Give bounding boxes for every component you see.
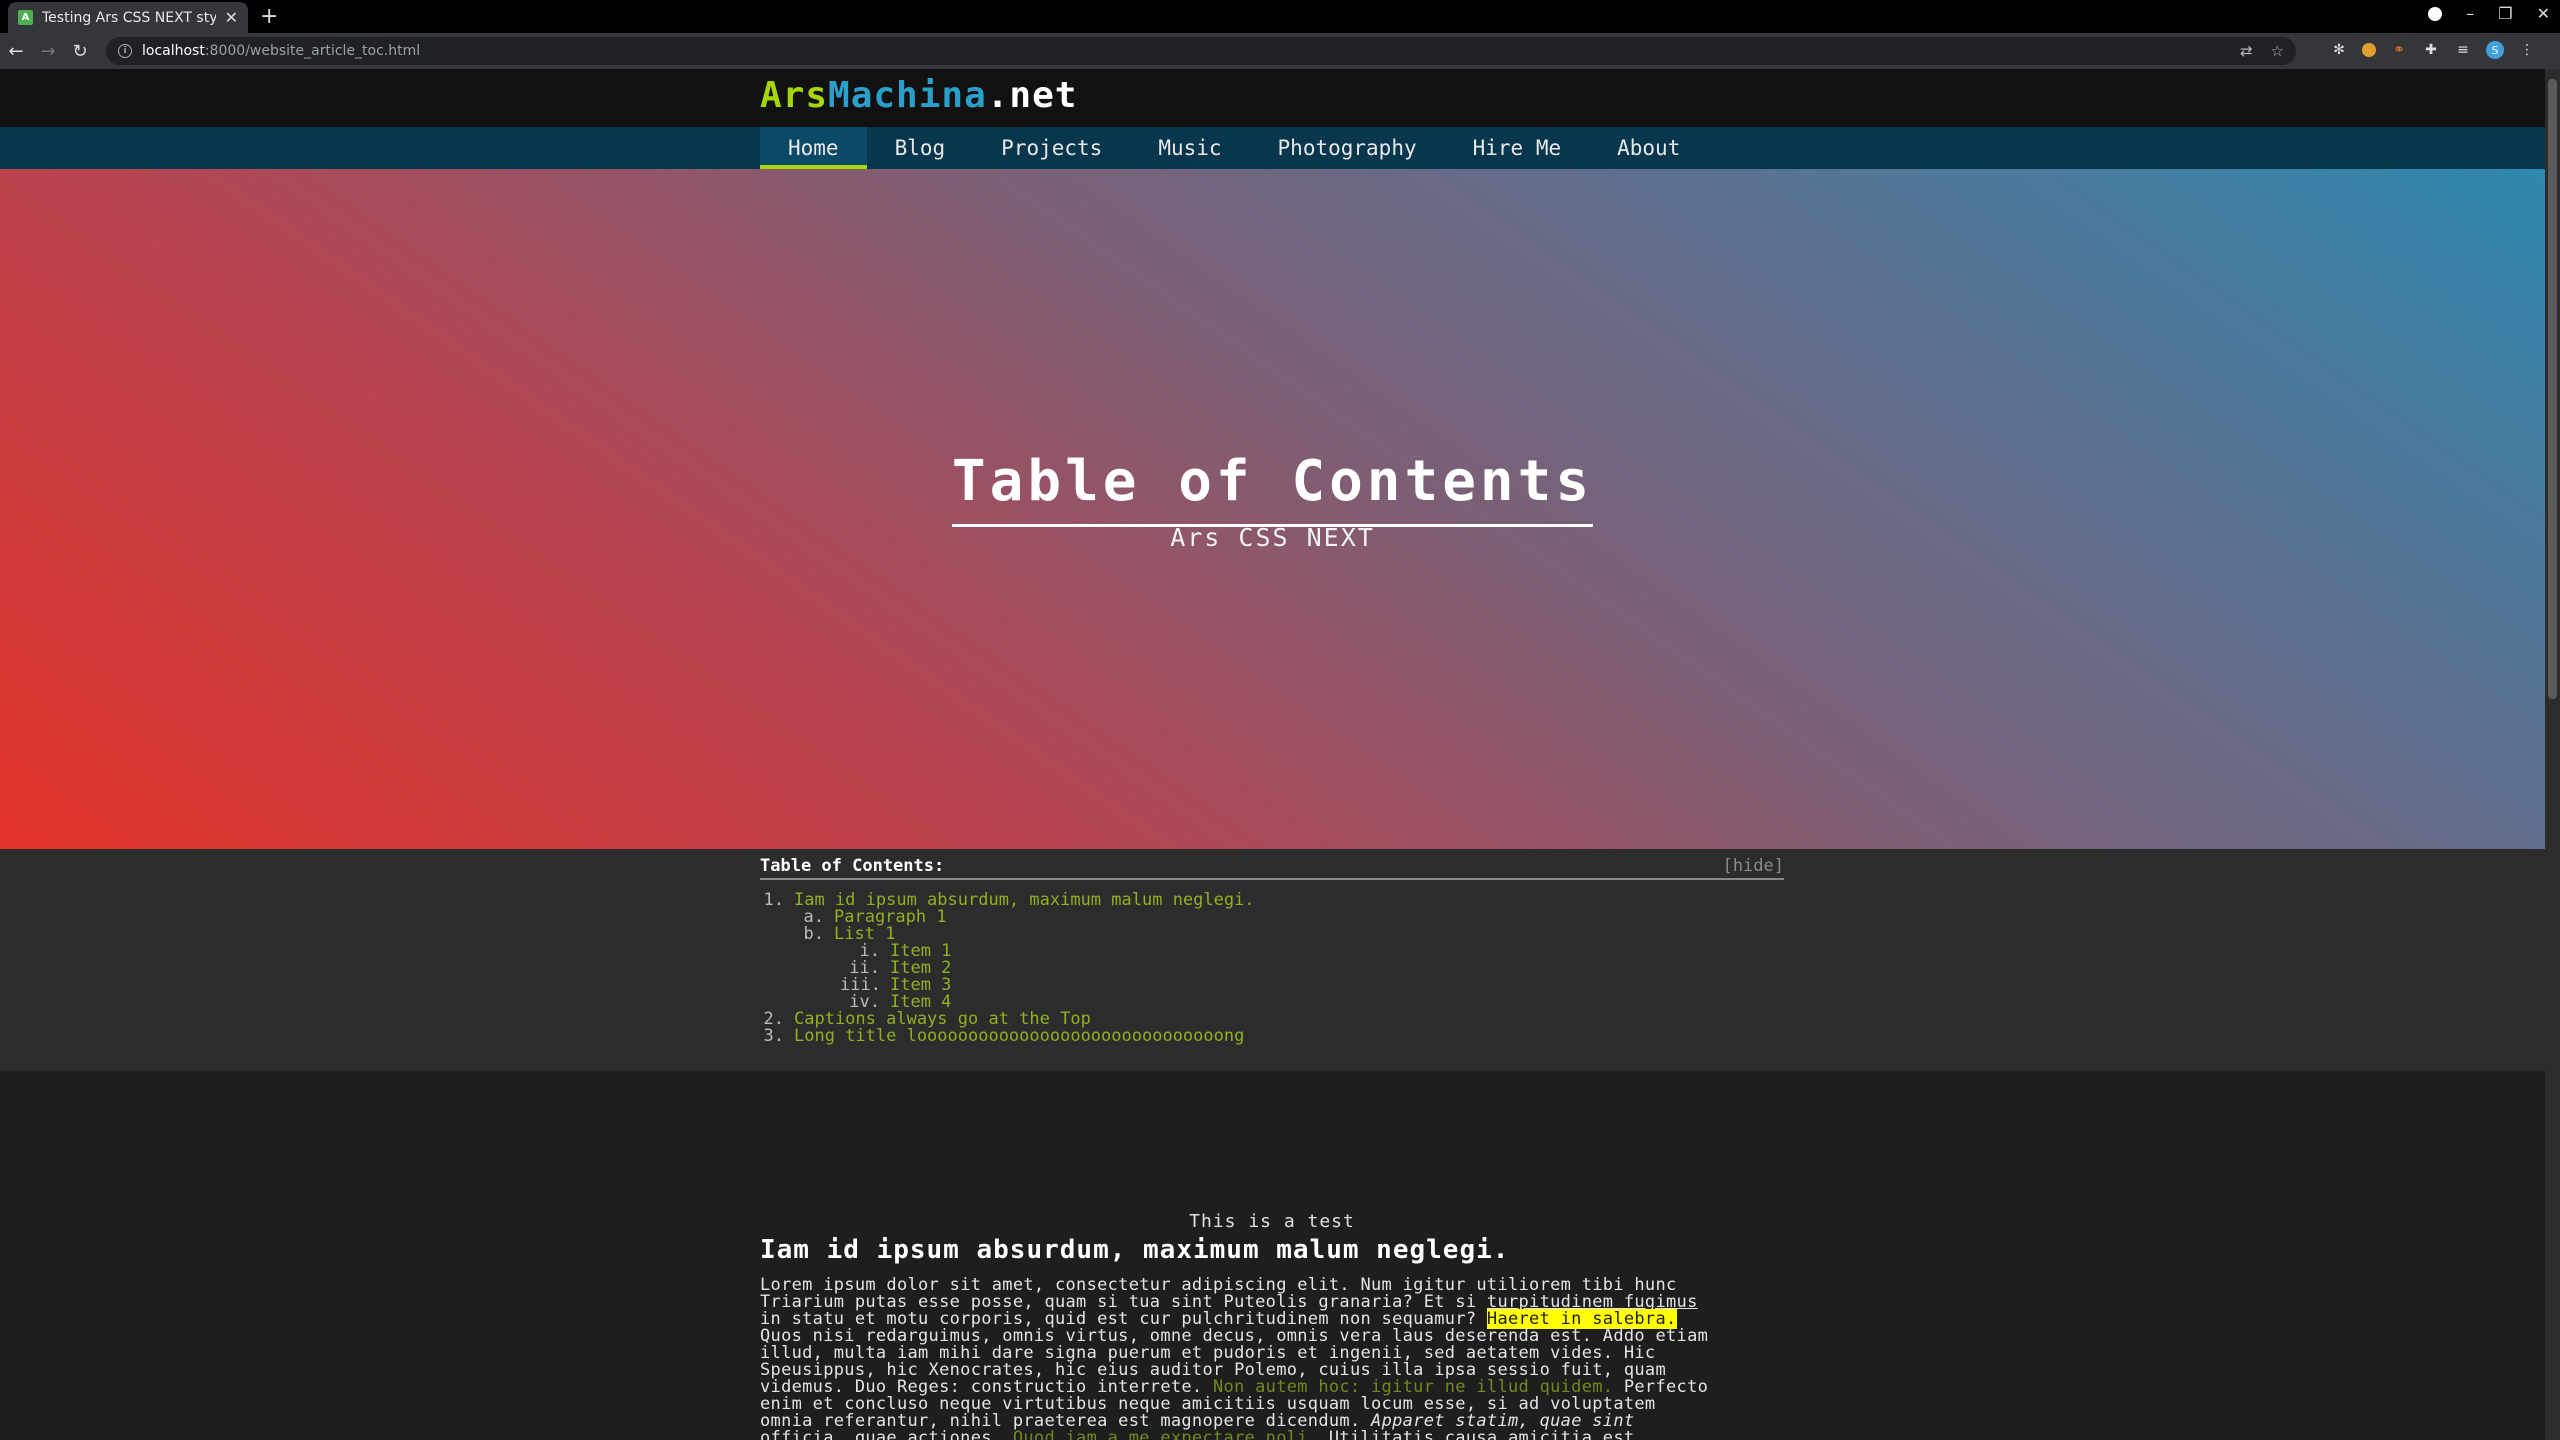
nav-item-blog[interactable]: Blog xyxy=(867,127,974,169)
site-info-icon[interactable]: i xyxy=(118,44,132,58)
caption: This is a test xyxy=(1189,1211,1355,1232)
page-scrollbar[interactable] xyxy=(2545,69,2560,1440)
article-paragraph: Lorem ipsum dolor sit amet, consectetur … xyxy=(760,1277,1784,1440)
article-heading: Iam id ipsum absurdum, maximum malum neg… xyxy=(760,1235,1510,1265)
extension-circle-icon[interactable] xyxy=(2362,43,2376,57)
page-subtitle: Ars CSS NEXT xyxy=(1170,523,1375,552)
translate-icon[interactable]: ⇄ xyxy=(2240,42,2253,60)
inline-link[interactable]: Quod iam a me expectare noli. xyxy=(1013,1428,1319,1440)
forward-icon[interactable]: → xyxy=(32,41,64,62)
toc-item[interactable]: 3. Long title loooooooooooooooooooooooooo… xyxy=(760,1028,1784,1045)
reading-list-icon[interactable]: ≡ xyxy=(2454,41,2472,59)
close-window-icon[interactable]: ✕ xyxy=(2537,4,2550,23)
bookmark-star-icon[interactable]: ☆ xyxy=(2271,42,2284,60)
reload-icon[interactable]: ↻ xyxy=(64,41,96,62)
favicon-icon: A xyxy=(18,10,33,25)
scrollbar-thumb[interactable] xyxy=(2548,79,2557,699)
extension-link-icon[interactable]: ⚭ xyxy=(2390,41,2408,59)
menu-kebab-icon[interactable]: ⋮ xyxy=(2518,41,2536,59)
window-controls: – ❐ ✕ xyxy=(2428,4,2550,23)
extension-gear-icon[interactable]: ✻ xyxy=(2330,41,2348,59)
profile-avatar-icon[interactable]: S xyxy=(2486,41,2504,59)
browser-tab[interactable]: A Testing Ars CSS NEXT styling ✕ xyxy=(8,2,248,33)
toc-item-number: 3. xyxy=(763,1026,784,1046)
table-of-contents: Table of Contents: [hide] 1. Iam id ipsum… xyxy=(0,849,2545,1071)
toc-hide-link[interactable]: [hide] xyxy=(1723,856,1784,876)
restore-icon[interactable]: ❐ xyxy=(2498,4,2512,23)
nav-item-home[interactable]: Home xyxy=(760,127,867,169)
nav-item-hire-me[interactable]: Hire Me xyxy=(1445,127,1590,169)
toc-item[interactable]: a. Paragraph 1 xyxy=(760,909,1784,926)
profile-dot-icon[interactable] xyxy=(2428,6,2443,21)
site-logo[interactable]: ArsMachina.net xyxy=(760,75,1077,116)
nav-item-about[interactable]: About xyxy=(1589,127,1708,169)
extensions-area: ✻ ⚭ ✚ ≡ S ⋮ xyxy=(2330,41,2536,59)
toc-list: 1. Iam id ipsum absurdum, maximum malum n… xyxy=(760,892,1784,1045)
extensions-puzzle-icon[interactable]: ✚ xyxy=(2422,41,2440,59)
toc-item-number: b. xyxy=(803,924,824,944)
page-viewport: ArsMachina.net Home Blog Projects Music … xyxy=(0,69,2545,1440)
tab-title: Testing Ars CSS NEXT styling xyxy=(42,9,216,26)
hero-banner: Table of Contents Ars CSS NEXT xyxy=(0,169,2545,849)
page-title: Table of Contents xyxy=(951,449,1594,527)
browser-toolbar: ← → ↻ i localhost:8000/website_article_t… xyxy=(0,33,2560,69)
toc-heading: Table of Contents: xyxy=(760,856,945,876)
toc-item-number: 1. xyxy=(763,890,784,910)
close-tab-icon[interactable]: ✕ xyxy=(225,8,238,27)
nav-item-projects[interactable]: Projects xyxy=(973,127,1130,169)
url-text[interactable]: localhost:8000/website_article_toc.html xyxy=(142,43,420,59)
main-nav: Home Blog Projects Music Photography Hir… xyxy=(0,127,2545,169)
new-tab-icon[interactable]: + xyxy=(260,4,278,29)
address-bar[interactable]: i localhost:8000/website_article_toc.htm… xyxy=(106,37,2296,65)
browser-tab-bar: A Testing Ars CSS NEXT styling ✕ + – ❐ ✕ xyxy=(0,0,2560,33)
toc-item-link[interactable]: Long title loooooooooooooooooooooooooooo… xyxy=(794,1028,1244,1045)
nav-item-photography[interactable]: Photography xyxy=(1250,127,1445,169)
minimize-icon[interactable]: – xyxy=(2466,4,2474,23)
nav-item-music[interactable]: Music xyxy=(1130,127,1249,169)
site-header: ArsMachina.net xyxy=(0,69,2545,127)
article-body: This is a test Iam id ipsum absurdum, ma… xyxy=(0,1071,2545,1440)
back-icon[interactable]: ← xyxy=(0,41,32,62)
